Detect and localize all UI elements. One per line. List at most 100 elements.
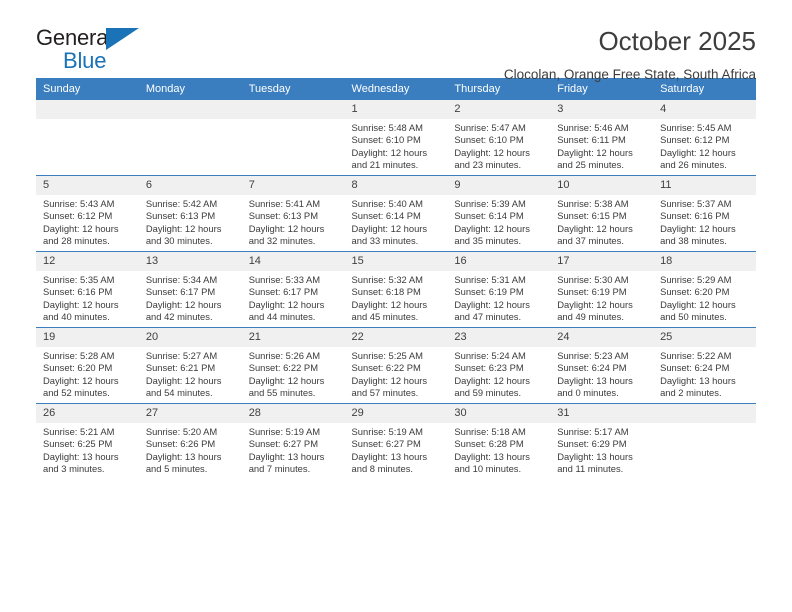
location-subtitle: Clocolan, Orange Free State, South Afric… — [503, 67, 756, 82]
calendar-day-cell[interactable]: 7 Sunrise: 5:41 AM Sunset: 6:13 PM Daylight… — [241, 175, 345, 252]
daylight-text: Daylight: 12 hours and 52 minutes. — [43, 374, 119, 399]
sunset-text: Sunset: 6:24 PM — [660, 362, 730, 374]
day-number: 4 — [653, 100, 756, 119]
day-detail: Sunrise: 5:40 AM Sunset: 6:14 PM Daylight:… — [345, 195, 448, 248]
day-number: 6 — [138, 176, 242, 195]
sunset-text: Sunset: 6:17 PM — [248, 286, 318, 298]
calendar-day-cell[interactable]: 12 Sunrise: 5:35 AM Sunset: 6:16 PM Dayligh… — [36, 251, 139, 328]
calendar-day-cell[interactable]: 16 Sunrise: 5:31 AM Sunset: 6:19 PM Dayligh… — [447, 251, 551, 328]
day-cell-inner: 11 Sunrise: 5:37 AM Sunset: 6:16 PM Dayligh… — [653, 176, 756, 251]
calendar-day-cell[interactable]: 10 Sunrise: 5:38 AM Sunset: 6:15 PM Dayligh… — [550, 175, 654, 252]
day-cell-inner: 17 Sunrise: 5:30 AM Sunset: 6:19 PM Dayligh… — [550, 252, 654, 327]
calendar-day-cell[interactable]: 27 Sunrise: 5:20 AM Sunset: 6:26 PM Dayligh… — [138, 403, 242, 479]
sunset-text: Sunset: 6:16 PM — [660, 210, 730, 222]
calendar-day-cell[interactable]: 22 Sunrise: 5:25 AM Sunset: 6:22 PM Dayligh… — [344, 327, 448, 404]
calendar-day-cell[interactable]: 17 Sunrise: 5:30 AM Sunset: 6:19 PM Dayligh… — [550, 251, 654, 328]
sunrise-text: Sunrise: 5:47 AM — [454, 122, 526, 133]
sunrise-text: Sunrise: 5:19 AM — [351, 426, 423, 437]
sunrise-text: Sunrise: 5:27 AM — [145, 350, 218, 361]
day-detail: Sunrise: 5:19 AM Sunset: 6:27 PM Daylight:… — [345, 423, 448, 476]
day-detail: Sunrise: 5:42 AM Sunset: 6:13 PM Daylight:… — [139, 195, 242, 248]
calendar-day-cell[interactable]: 11 Sunrise: 5:37 AM Sunset: 6:16 PM Dayligh… — [653, 175, 756, 252]
calendar-day-cell[interactable]: 25 Sunrise: 5:22 AM Sunset: 6:24 PM Dayligh… — [653, 327, 756, 404]
sunrise-text: Sunrise: 5:45 AM — [660, 122, 732, 133]
calendar-day-cell[interactable]: 15 Sunrise: 5:32 AM Sunset: 6:18 PM Dayligh… — [344, 251, 448, 328]
sunrise-text: Sunrise: 5:35 AM — [43, 274, 115, 285]
day-number: 13 — [138, 252, 242, 271]
daylight-text: Daylight: 13 hours and 8 minutes. — [351, 450, 428, 475]
sunrise-text: Sunrise: 5:29 AM — [660, 274, 732, 285]
calendar-day-cell[interactable]: 2 Sunrise: 5:47 AM Sunset: 6:10 PM Daylight… — [447, 100, 551, 176]
calendar-day-cell[interactable]: 18 Sunrise: 5:29 AM Sunset: 6:20 PM Dayligh… — [653, 251, 756, 328]
sunset-text: Sunset: 6:13 PM — [145, 210, 216, 222]
sunset-text: Sunset: 6:14 PM — [454, 210, 524, 222]
day-detail: Sunrise: 5:23 AM Sunset: 6:24 PM Daylight:… — [550, 347, 653, 400]
calendar-day-cell-empty — [36, 100, 139, 176]
weekday-header-sunday: Sunday — [36, 78, 139, 100]
daylight-text: Daylight: 13 hours and 7 minutes. — [248, 450, 325, 475]
calendar-day-cell[interactable]: 1 Sunrise: 5:48 AM Sunset: 6:10 PM Daylight… — [344, 100, 448, 176]
calendar-day-cell[interactable]: 23 Sunrise: 5:24 AM Sunset: 6:23 PM Dayligh… — [447, 327, 551, 404]
sunset-text: Sunset: 6:23 PM — [454, 362, 524, 374]
day-detail: Sunrise: 5:31 AM Sunset: 6:19 PM Daylight:… — [447, 271, 550, 324]
day-number: 24 — [550, 328, 654, 347]
day-number: 17 — [550, 252, 654, 271]
calendar-day-cell[interactable]: 14 Sunrise: 5:33 AM Sunset: 6:17 PM Dayligh… — [241, 251, 345, 328]
daylight-text: Daylight: 12 hours and 38 minutes. — [660, 222, 736, 247]
calendar-day-cell[interactable]: 21 Sunrise: 5:26 AM Sunset: 6:22 PM Dayligh… — [241, 327, 345, 404]
calendar-day-cell[interactable]: 3 Sunrise: 5:46 AM Sunset: 6:11 PM Daylight… — [550, 100, 654, 176]
day-cell-inner: 27 Sunrise: 5:20 AM Sunset: 6:26 PM Dayligh… — [138, 404, 242, 479]
sunset-text: Sunset: 6:19 PM — [454, 286, 524, 298]
daylight-text: Daylight: 13 hours and 11 minutes. — [557, 450, 633, 475]
calendar-day-cell[interactable]: 31 Sunrise: 5:17 AM Sunset: 6:29 PM Dayligh… — [550, 403, 654, 479]
day-cell-inner: 19 Sunrise: 5:28 AM Sunset: 6:20 PM Dayligh… — [36, 328, 139, 403]
calendar-day-cell[interactable]: 26 Sunrise: 5:21 AM Sunset: 6:25 PM Dayligh… — [36, 403, 139, 479]
calendar-day-cell[interactable]: 19 Sunrise: 5:28 AM Sunset: 6:20 PM Dayligh… — [36, 327, 139, 404]
daylight-text: Daylight: 12 hours and 47 minutes. — [454, 298, 530, 323]
day-detail: Sunrise: 5:35 AM Sunset: 6:16 PM Daylight:… — [36, 271, 139, 324]
day-cell-inner — [138, 100, 242, 175]
sunrise-text: Sunrise: 5:31 AM — [454, 274, 526, 285]
sunrise-text: Sunrise: 5:33 AM — [248, 274, 321, 285]
sunset-text: Sunset: 6:10 PM — [454, 134, 524, 146]
daylight-text: Daylight: 13 hours and 3 minutes. — [43, 450, 119, 475]
day-number: 1 — [344, 100, 448, 119]
calendar-week-row: 5 Sunrise: 5:43 AM Sunset: 6:12 PM Daylight… — [36, 175, 756, 252]
logo-text-blue: Blue — [63, 48, 107, 73]
sunrise-text: Sunrise: 5:26 AM — [248, 350, 321, 361]
calendar-day-cell[interactable]: 24 Sunrise: 5:23 AM Sunset: 6:24 PM Dayligh… — [550, 327, 654, 404]
calendar-day-cell[interactable]: 29 Sunrise: 5:19 AM Sunset: 6:27 PM Dayligh… — [344, 403, 448, 479]
sunset-text: Sunset: 6:20 PM — [660, 286, 730, 298]
calendar-day-cell[interactable]: 13 Sunrise: 5:34 AM Sunset: 6:17 PM Dayligh… — [138, 251, 242, 328]
calendar-day-cell[interactable]: 30 Sunrise: 5:18 AM Sunset: 6:28 PM Dayligh… — [447, 403, 551, 479]
day-cell-inner: 6 Sunrise: 5:42 AM Sunset: 6:13 PM Daylight… — [138, 176, 242, 251]
sunrise-text: Sunrise: 5:48 AM — [351, 122, 423, 133]
sunset-text: Sunset: 6:15 PM — [557, 210, 627, 222]
daylight-text: Daylight: 12 hours and 44 minutes. — [248, 298, 325, 323]
day-number: 26 — [36, 404, 139, 423]
calendar-week-row: 19 Sunrise: 5:28 AM Sunset: 6:20 PM Dayligh… — [36, 327, 756, 404]
day-number — [138, 100, 242, 119]
calendar-day-cell[interactable]: 6 Sunrise: 5:42 AM Sunset: 6:13 PM Daylight… — [138, 175, 242, 252]
day-cell-inner: 5 Sunrise: 5:43 AM Sunset: 6:12 PM Daylight… — [36, 176, 139, 251]
day-number: 9 — [447, 176, 551, 195]
day-cell-inner: 30 Sunrise: 5:18 AM Sunset: 6:28 PM Dayligh… — [447, 404, 551, 479]
calendar-week-row: 26 Sunrise: 5:21 AM Sunset: 6:25 PM Dayligh… — [36, 403, 756, 479]
sunrise-text: Sunrise: 5:40 AM — [351, 198, 423, 209]
day-detail: Sunrise: 5:47 AM Sunset: 6:10 PM Daylight:… — [447, 119, 550, 172]
day-detail: Sunrise: 5:24 AM Sunset: 6:23 PM Daylight:… — [447, 347, 550, 400]
calendar-day-cell[interactable]: 8 Sunrise: 5:40 AM Sunset: 6:14 PM Daylight… — [344, 175, 448, 252]
calendar-day-cell[interactable]: 5 Sunrise: 5:43 AM Sunset: 6:12 PM Daylight… — [36, 175, 139, 252]
calendar-day-cell[interactable]: 20 Sunrise: 5:27 AM Sunset: 6:21 PM Dayligh… — [138, 327, 242, 404]
daylight-text: Daylight: 12 hours and 33 minutes. — [351, 222, 428, 247]
calendar-day-cell-empty — [653, 403, 756, 479]
daylight-text: Daylight: 12 hours and 37 minutes. — [557, 222, 633, 247]
calendar-week-row: 1 Sunrise: 5:48 AM Sunset: 6:10 PM Daylight… — [36, 100, 756, 176]
day-detail: Sunrise: 5:46 AM Sunset: 6:11 PM Daylight:… — [550, 119, 653, 172]
calendar-day-cell[interactable]: 4 Sunrise: 5:45 AM Sunset: 6:12 PM Daylight… — [653, 100, 756, 176]
day-number: 28 — [241, 404, 345, 423]
calendar-day-cell[interactable]: 28 Sunrise: 5:19 AM Sunset: 6:27 PM Dayligh… — [241, 403, 345, 479]
sunset-text: Sunset: 6:24 PM — [557, 362, 627, 374]
daylight-text: Daylight: 12 hours and 21 minutes. — [351, 146, 428, 171]
calendar-day-cell[interactable]: 9 Sunrise: 5:39 AM Sunset: 6:14 PM Daylight… — [447, 175, 551, 252]
